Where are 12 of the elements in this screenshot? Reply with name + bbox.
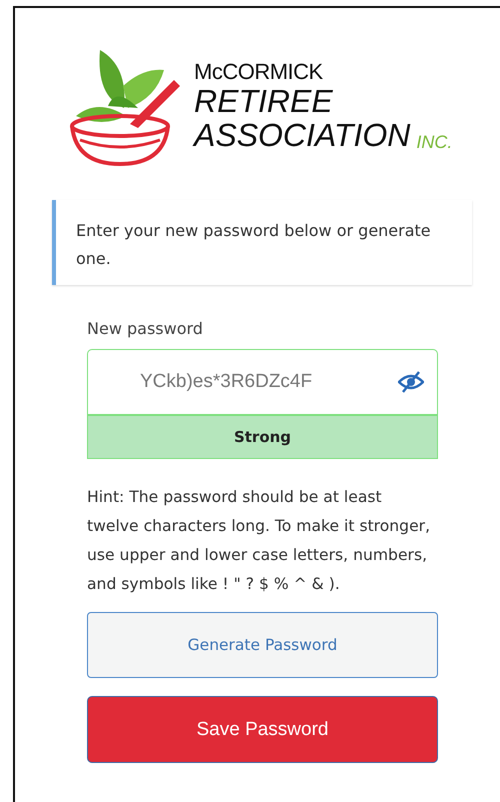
logo-suffix: INC. xyxy=(416,133,452,151)
eye-slash-icon[interactable] xyxy=(398,371,424,393)
generate-button[interactable]: Generate Password xyxy=(87,612,438,678)
logo-text: ASSOCIATION xyxy=(194,119,410,151)
info-message: Enter your new password below or generate one. xyxy=(52,200,472,285)
save-button[interactable]: Save Password xyxy=(87,696,438,764)
password-field[interactable]: YCkb)es*3R6DZc4F xyxy=(87,349,438,415)
field-label: New password xyxy=(87,318,204,340)
hint-text: Hint: The password should be at least twelve characters long. To make it stronger, use upper and lower case letters, numbers, and symbols like ! " ? $ % ^ & ). xyxy=(87,487,432,595)
strength-meter: Strong xyxy=(87,415,438,459)
logo-text: RETIREE xyxy=(194,85,334,117)
logo-text: McCORMICK xyxy=(194,61,324,83)
